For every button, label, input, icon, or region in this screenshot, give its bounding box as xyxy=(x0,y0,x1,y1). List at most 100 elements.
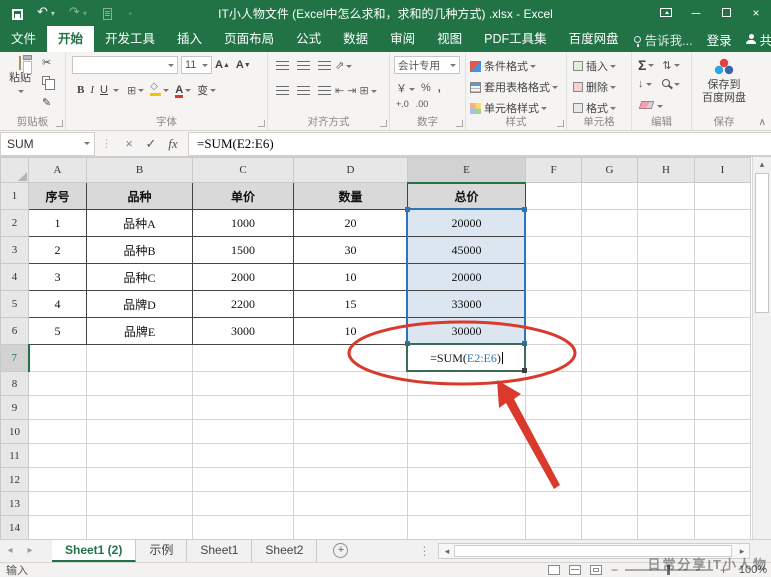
align-right-icon[interactable] xyxy=(318,86,331,95)
cell-A8[interactable] xyxy=(29,372,87,396)
cell-I1[interactable] xyxy=(695,183,751,210)
cancel-button[interactable]: × xyxy=(118,136,140,151)
tab-插入[interactable]: 插入 xyxy=(166,26,213,52)
name-box[interactable]: SUM xyxy=(0,132,95,156)
cell-C13[interactable] xyxy=(193,492,294,516)
cell-F11[interactable] xyxy=(526,444,582,468)
cell-E1[interactable]: 总价 xyxy=(408,183,526,210)
styles-dialog-launcher[interactable] xyxy=(557,120,564,127)
tab-百度网盘[interactable]: 百度网盘 xyxy=(558,26,630,52)
borders-button[interactable]: ⊞ xyxy=(127,84,144,97)
cell-E4[interactable]: 20000 xyxy=(408,264,526,291)
tell-me-box[interactable]: 告诉我... xyxy=(634,26,693,52)
select-all-corner[interactable] xyxy=(1,158,29,183)
customize-qat-button[interactable]: ▪ xyxy=(126,0,132,27)
row-header-9[interactable]: 9 xyxy=(1,396,29,420)
tab-视图[interactable]: 视图 xyxy=(426,26,473,52)
cell-E10[interactable] xyxy=(408,420,526,444)
cell-H14[interactable] xyxy=(638,516,695,540)
cell-E8[interactable] xyxy=(408,372,526,396)
cell-I12[interactable] xyxy=(695,468,751,492)
decrease-indent-button[interactable]: ⇤ xyxy=(335,84,344,97)
cell-C4[interactable]: 2000 xyxy=(193,264,294,291)
cell-D14[interactable] xyxy=(294,516,408,540)
cell-B11[interactable] xyxy=(87,444,193,468)
cell-G4[interactable] xyxy=(582,264,638,291)
grow-font-button[interactable]: A▲ xyxy=(215,59,230,71)
cell-A6[interactable]: 5 xyxy=(29,318,87,345)
cell-D3[interactable]: 30 xyxy=(294,237,408,264)
col-header-A[interactable]: A xyxy=(29,158,87,183)
cell-E12[interactable] xyxy=(408,468,526,492)
share-button[interactable]: 共享 xyxy=(732,30,771,49)
tab-splitter[interactable]: ⋮ xyxy=(418,540,430,562)
col-header-B[interactable]: B xyxy=(87,158,193,183)
enter-button[interactable]: ✓ xyxy=(140,136,162,152)
cell-C6[interactable]: 3000 xyxy=(193,318,294,345)
row-header-5[interactable]: 5 xyxy=(1,291,29,318)
increase-indent-button[interactable]: ⇥ xyxy=(347,84,356,97)
number-format-combo[interactable]: 会计专用 xyxy=(394,56,460,74)
save-icon[interactable] xyxy=(12,9,23,20)
format-as-table-button[interactable]: 套用表格格式 xyxy=(466,79,566,95)
cell-F5[interactable] xyxy=(526,291,582,318)
cell-C11[interactable] xyxy=(193,444,294,468)
tab-公式[interactable]: 公式 xyxy=(285,26,332,52)
cell-B1[interactable]: 品种 xyxy=(87,183,193,210)
cell-C5[interactable]: 2200 xyxy=(193,291,294,318)
cell-G9[interactable] xyxy=(582,396,638,420)
scroll-left-arrow[interactable]: ◂ xyxy=(439,544,454,558)
cell-I3[interactable] xyxy=(695,237,751,264)
copy-button[interactable] xyxy=(42,76,50,88)
cell-D6[interactable]: 10 xyxy=(294,318,408,345)
cell-D9[interactable] xyxy=(294,396,408,420)
cell-G7[interactable] xyxy=(582,345,638,372)
phonetic-button[interactable]: 变 xyxy=(197,82,216,98)
align-top-icon[interactable] xyxy=(276,61,289,70)
cell-A11[interactable] xyxy=(29,444,87,468)
cell-F13[interactable] xyxy=(526,492,582,516)
comma-style-button[interactable]: , xyxy=(438,82,441,94)
col-header-D[interactable]: D xyxy=(294,158,408,183)
cell-H11[interactable] xyxy=(638,444,695,468)
cell-E9[interactable] xyxy=(408,396,526,420)
autosum-button[interactable]: Σ xyxy=(638,57,646,73)
cell-E6[interactable]: 30000 xyxy=(408,318,526,345)
tab-数据[interactable]: 数据 xyxy=(332,26,379,52)
cell-I4[interactable] xyxy=(695,264,751,291)
align-left-icon[interactable] xyxy=(276,86,289,95)
cell-G1[interactable] xyxy=(582,183,638,210)
cell-B3[interactable]: 品种B xyxy=(87,237,193,264)
percent-style-button[interactable]: % xyxy=(421,82,431,94)
conditional-formatting-button[interactable]: 条件格式 xyxy=(466,58,566,74)
tab-开始[interactable]: 开始 xyxy=(47,26,94,52)
cell-B10[interactable] xyxy=(87,420,193,444)
cell-C3[interactable]: 1500 xyxy=(193,237,294,264)
cell-G14[interactable] xyxy=(582,516,638,540)
cell-B6[interactable]: 品牌E xyxy=(87,318,193,345)
cell-B8[interactable] xyxy=(87,372,193,396)
cell-C1[interactable]: 单价 xyxy=(193,183,294,210)
shrink-font-button[interactable]: A▼ xyxy=(236,59,251,71)
new-sheet-button[interactable]: + xyxy=(333,543,348,558)
sheet-nav-right-arrow[interactable]: ▸ xyxy=(20,540,40,562)
cell-A13[interactable] xyxy=(29,492,87,516)
cell-I13[interactable] xyxy=(695,492,751,516)
redo-button[interactable]: ↷▾ xyxy=(69,0,87,27)
clear-button[interactable] xyxy=(640,100,663,112)
sheet-tab-示例[interactable]: 示例 xyxy=(136,540,187,562)
sheet-tab-Sheet1[interactable]: Sheet1 xyxy=(187,540,252,562)
cell-F8[interactable] xyxy=(526,372,582,396)
cell-G8[interactable] xyxy=(582,372,638,396)
cell-G3[interactable] xyxy=(582,237,638,264)
row-header-7[interactable]: 7 xyxy=(1,345,29,372)
undo-button[interactable]: ↶▾ xyxy=(37,0,55,27)
save-to-netdisk-button[interactable]: 保存到 百度网盘 xyxy=(692,58,756,105)
cell-B13[interactable] xyxy=(87,492,193,516)
cell-F3[interactable] xyxy=(526,237,582,264)
normal-view-button[interactable] xyxy=(548,565,560,575)
cell-D8[interactable] xyxy=(294,372,408,396)
row-header-11[interactable]: 11 xyxy=(1,444,29,468)
fill-button[interactable]: ↓ xyxy=(638,78,652,90)
cell-A14[interactable] xyxy=(29,516,87,540)
